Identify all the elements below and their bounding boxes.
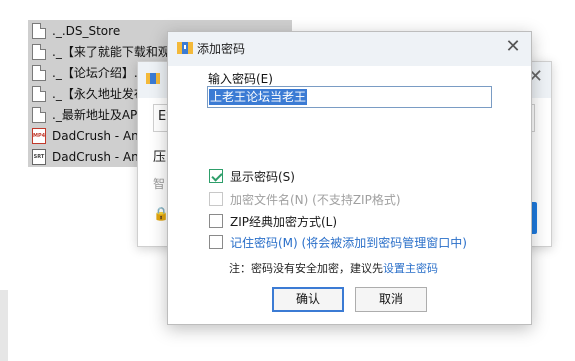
- zip-classic-label: ZIP经典加密方式(L): [230, 214, 338, 229]
- document-icon: [32, 22, 46, 39]
- archive-app-icon: [177, 42, 193, 54]
- checkbox-disabled-icon: [209, 192, 223, 206]
- security-note: 注：密码没有安全加密，建议先设置主密码: [229, 260, 438, 276]
- checkbox-icon[interactable]: [209, 235, 223, 249]
- document-icon: [32, 64, 46, 81]
- lock-icon[interactable]: 🔒: [153, 207, 169, 222]
- add-password-dialog: 添加密码 ✕ 输入密码(E) 上老王论坛当老王 显示密码(S) 加密文件名(N)…: [167, 31, 532, 325]
- confirm-button[interactable]: 确认: [272, 287, 344, 312]
- dialog-title: 添加密码: [197, 42, 246, 56]
- dialog-title-bar: 添加密码 ✕: [168, 32, 531, 66]
- file-name: ._.DS_Store: [52, 23, 121, 38]
- document-icon: [32, 106, 46, 123]
- file-name: ._最新地址及APP: [52, 108, 145, 122]
- password-label: 输入密码(E): [208, 72, 273, 86]
- password-value: 上老王论坛当老王: [209, 89, 308, 105]
- close-icon[interactable]: ✕: [504, 38, 522, 56]
- file-name: DadCrush - Any: [52, 149, 146, 164]
- encrypt-filenames-checkbox: 加密文件名(N) (不支持ZIP格式): [209, 190, 401, 208]
- compress-format-label: 压: [153, 150, 167, 165]
- scrollbar[interactable]: [0, 290, 8, 361]
- file-name: DadCrush - Any: [52, 128, 146, 143]
- checkbox-checked-icon[interactable]: [209, 169, 223, 183]
- zip-classic-encryption-checkbox[interactable]: ZIP经典加密方式(L): [209, 212, 337, 230]
- show-password-checkbox[interactable]: 显示密码(S): [209, 167, 295, 185]
- document-icon: [32, 85, 46, 102]
- file-name: ._【永久地址发布: [52, 87, 146, 101]
- cancel-button[interactable]: 取消: [355, 287, 427, 312]
- mp4-file-icon: MP4: [32, 127, 46, 144]
- remember-password-label: 记住密码(M) (将会被添加到密码管理窗口中): [230, 235, 467, 250]
- encrypt-filenames-label: 加密文件名(N) (不支持ZIP格式): [230, 192, 401, 207]
- file-name: ._【来了就能下载和观看: [52, 45, 182, 59]
- document-icon: [32, 43, 46, 60]
- set-master-password-link[interactable]: 设置主密码: [383, 262, 438, 275]
- file-name: ._【论坛介绍】.t: [52, 66, 143, 80]
- remember-password-checkbox[interactable]: 记住密码(M) (将会被添加到密码管理窗口中): [209, 233, 467, 251]
- srt-file-icon: SRT: [32, 148, 46, 165]
- archive-app-icon: [146, 73, 160, 84]
- show-password-label: 显示密码(S): [230, 169, 295, 184]
- note-text: 注：密码没有安全加密，建议先: [229, 262, 383, 275]
- checkbox-icon[interactable]: [209, 214, 223, 228]
- password-input[interactable]: 上老王论坛当老王: [207, 86, 492, 108]
- smart-option-label: 智: [153, 177, 166, 191]
